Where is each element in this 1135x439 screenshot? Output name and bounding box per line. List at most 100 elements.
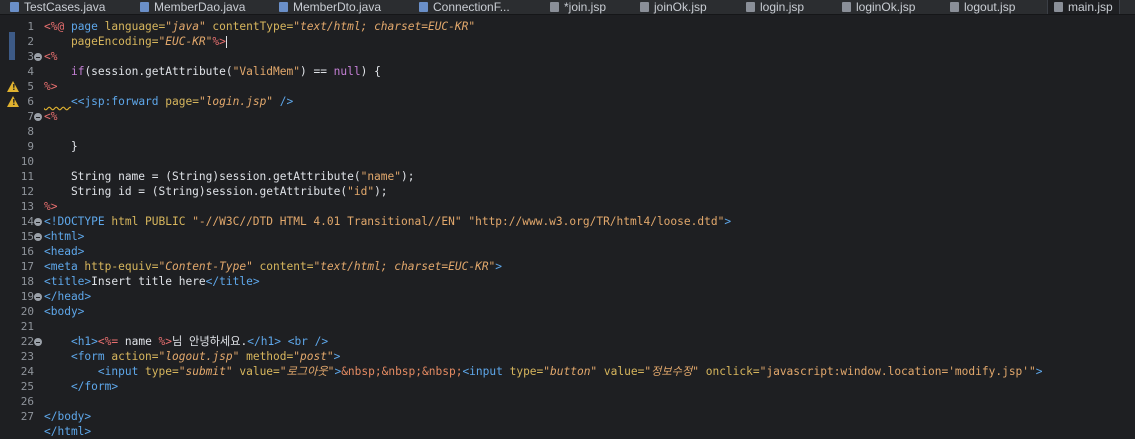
line-number: 3	[27, 50, 34, 63]
code-line-16: <meta http-equiv="Content-Type" content=…	[44, 259, 502, 274]
tab-memberdto-java[interactable]: MemberDto.java	[279, 0, 381, 14]
code-token: <br />	[287, 335, 329, 348]
code-token: </head>	[44, 290, 92, 303]
code-token: "post"	[293, 350, 334, 363]
code-token: "javascript:window.location='modify.jsp'…	[759, 365, 1036, 378]
line-number: 20	[20, 305, 34, 318]
tab-main-jsp[interactable]: main.jsp	[1047, 0, 1120, 14]
code-line-11: String id = (String)session.getAttribute…	[44, 184, 388, 199]
code-token: <input	[462, 365, 510, 378]
code-token: }	[44, 140, 78, 153]
code-token: <head>	[44, 245, 85, 258]
jsp-file-icon	[1054, 2, 1063, 12]
tab-memberdao-java[interactable]: MemberDao.java	[140, 0, 245, 14]
code-token: action=	[111, 350, 159, 363]
tab-label: login.jsp	[760, 0, 805, 14]
code-token: "button"	[543, 365, 598, 378]
tab-testcases-java[interactable]: TestCases.java	[10, 0, 105, 14]
code-token: %>	[158, 335, 173, 348]
code-token: contentType=	[205, 20, 294, 33]
line-number: 7	[27, 110, 34, 123]
tab-label: MemberDto.java	[293, 0, 382, 14]
code-token: ) {	[360, 65, 381, 78]
code-line-12: %>	[44, 199, 57, 214]
code-token: >	[1035, 365, 1043, 378]
text-cursor	[225, 36, 227, 48]
fold-toggle-icon[interactable]	[34, 218, 42, 226]
java-file-icon	[10, 2, 19, 12]
code-token: </h1>	[247, 335, 281, 348]
code-token: %>	[44, 80, 58, 93]
line-number: 25	[20, 380, 34, 393]
code-token: <	[70, 95, 78, 108]
code-line-17: <title>Insert title here</title>	[44, 274, 260, 289]
tab-loginok-jsp[interactable]: loginOk.jsp	[842, 0, 915, 14]
code-line-27: </html>	[44, 424, 91, 439]
tab-connectionf-java[interactable]: ConnectionF...	[419, 0, 510, 14]
tab-login-jsp[interactable]: login.jsp	[746, 0, 804, 14]
code-token: <%	[44, 110, 58, 123]
tab-label: loginOk.jsp	[856, 0, 916, 14]
code-line-10: String name = (String)session.getAttribu…	[44, 169, 415, 184]
tab-joinok-jsp[interactable]: joinOk.jsp	[640, 0, 707, 14]
tab-label: TestCases.java	[24, 0, 106, 14]
code-token: %>	[44, 200, 58, 213]
code-token: &nbsp;&nbsp;&nbsp;	[341, 365, 463, 378]
code-token: </html>	[44, 425, 92, 438]
tab-label: ConnectionF...	[433, 0, 510, 14]
line-number: 10	[20, 155, 34, 168]
jsp-file-icon	[950, 2, 959, 12]
line-number: 8	[27, 125, 34, 138]
code-line-24: </form>	[44, 379, 118, 394]
tab-logout-jsp[interactable]: logout.jsp	[950, 0, 1015, 14]
code-token: "text/html; charset=EUC-KR"	[313, 260, 496, 273]
jsp-file-icon	[550, 2, 559, 12]
code-token: </title>	[205, 275, 260, 288]
line-number: 27	[20, 410, 34, 423]
code-token: page=	[165, 95, 199, 108]
warning-icon[interactable]: !	[7, 81, 19, 92]
tab-label: main.jsp	[1068, 0, 1113, 14]
code-token: <input	[97, 365, 146, 378]
code-token: <!DOCTYPE	[44, 215, 112, 228]
code-token: <form	[70, 350, 112, 363]
tab-label: *join.jsp	[564, 0, 607, 14]
jsp-file-icon	[746, 2, 755, 12]
java-file-icon	[279, 2, 288, 12]
fold-toggle-icon[interactable]	[34, 233, 42, 241]
fold-toggle-icon[interactable]	[34, 338, 42, 346]
code-editor[interactable]: <%@ page language="java" contentType="te…	[44, 15, 1135, 438]
fold-toggle-icon[interactable]	[34, 53, 42, 61]
code-token: "http://www.w3.org/TR/html4/loose.dtd"	[468, 215, 725, 228]
code-token: "로그아웃"	[279, 365, 335, 378]
code-line-6: <<jsp:forward page="login.jsp" />	[44, 94, 293, 109]
tab-label: MemberDao.java	[154, 0, 246, 14]
fold-toggle-icon[interactable]	[34, 293, 42, 301]
line-number: 4	[27, 65, 34, 78]
line-number: 11	[20, 170, 34, 183]
code-token: String name = (String)session.getAttribu…	[44, 170, 361, 183]
tab-join-jsp[interactable]: *join.jsp	[550, 0, 606, 14]
line-number: 18	[20, 275, 34, 288]
code-token: method=	[239, 350, 294, 363]
line-number: 1	[27, 20, 34, 33]
code-line-23: <input type="submit" value="로그아웃">&nbsp;…	[44, 364, 1043, 379]
code-token: "name"	[360, 170, 401, 183]
code-token: </body>	[44, 410, 92, 423]
line-number: 9	[27, 140, 34, 153]
code-line-7: <%	[44, 109, 57, 124]
code-token: >	[495, 260, 503, 273]
code-token: <body>	[44, 305, 85, 318]
code-token: (session.getAttribute(	[84, 65, 233, 78]
warning-icon[interactable]: !	[7, 96, 19, 107]
code-token: >	[724, 215, 732, 228]
code-line-13: <!DOCTYPE html PUBLIC "-//W3C//DTD HTML …	[44, 214, 731, 229]
fold-toggle-icon[interactable]	[34, 113, 42, 121]
code-token: "EUC-KR"	[158, 35, 213, 48]
